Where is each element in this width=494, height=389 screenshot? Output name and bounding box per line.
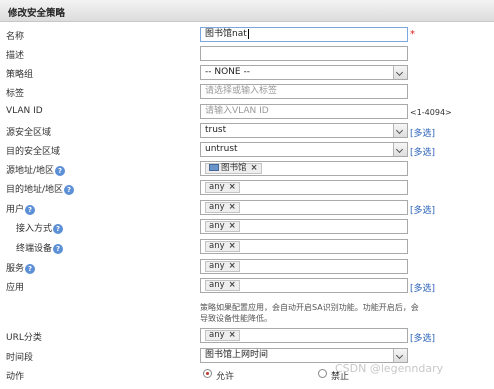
dst-zone-select[interactable]: untrust [200, 142, 408, 157]
src-addr-label-row: 源地址/地区? [6, 163, 66, 176]
application-tag: any × [205, 280, 240, 291]
policy-group-label: 策略组 [6, 70, 34, 80]
src-addr-tag: 图书馆 × [205, 163, 262, 174]
dst-addr-label-row: 目的地址/地区? [6, 182, 75, 195]
user-multi-link[interactable]: [多选] [410, 203, 435, 216]
url-category-label: URL分类 [6, 333, 42, 343]
service-label: 服务 [6, 264, 25, 274]
time-range-label: 时间段 [6, 353, 34, 363]
name-label: 名称 [6, 32, 25, 42]
url-category-input[interactable]: any × [200, 328, 408, 343]
application-input[interactable]: any × [200, 278, 408, 293]
remove-tag-icon[interactable]: × [229, 182, 236, 192]
terminal-tag: any × [205, 241, 240, 252]
description-input[interactable] [200, 46, 408, 61]
required-mark: * [410, 29, 415, 40]
chevron-down-icon[interactable] [393, 349, 407, 362]
action-label: 动作 [6, 372, 25, 382]
dst-addr-input[interactable]: any × [200, 180, 408, 195]
time-range-select[interactable]: 图书馆上网时间 [200, 348, 408, 363]
action-allow-radio[interactable] [203, 369, 212, 378]
dialog-header: 修改安全策略 [0, 0, 494, 22]
vlan-id-placeholder: 请输入VLAN ID [205, 106, 269, 116]
user-tag: any × [205, 202, 240, 213]
time-range-value: 图书馆上网时间 [205, 350, 269, 360]
action-deny-radio[interactable] [318, 369, 327, 378]
remove-tag-icon[interactable]: × [229, 202, 236, 212]
dst-zone-multi-link[interactable]: [多选] [410, 145, 435, 158]
vlan-range-hint: <1-4094> [410, 108, 452, 117]
remove-tag-icon[interactable]: × [229, 280, 236, 290]
description-label: 描述 [6, 51, 25, 61]
name-value: 图书馆nat [205, 29, 247, 39]
help-icon[interactable]: ? [25, 263, 36, 274]
action-allow-label: 允许 [216, 372, 235, 382]
terminal-label-row: 终端设备? [16, 241, 64, 254]
user-label: 用户 [6, 205, 25, 215]
chevron-down-icon[interactable] [393, 124, 407, 137]
tag-input[interactable]: 请选择或输入标签 [200, 84, 408, 99]
access-method-tag: any × [205, 221, 240, 232]
remove-tag-icon[interactable]: × [251, 163, 258, 173]
remove-tag-icon[interactable]: × [229, 241, 236, 251]
terminal-label: 终端设备 [16, 244, 53, 254]
dst-zone-label: 目的安全区域 [6, 147, 61, 157]
terminal-input[interactable]: any × [200, 239, 408, 254]
service-input[interactable]: any × [200, 259, 408, 274]
remove-tag-icon[interactable]: × [229, 330, 236, 340]
vlan-id-label: VLAN ID [6, 106, 43, 116]
access-method-input[interactable]: any × [200, 219, 408, 234]
help-icon[interactable]: ? [55, 165, 66, 176]
src-addr-input[interactable]: 图书馆 × [200, 161, 408, 176]
help-icon[interactable]: ? [64, 184, 75, 195]
dst-zone-value: untrust [205, 144, 238, 154]
text-caret [247, 28, 249, 39]
dst-addr-label: 目的地址/地区 [6, 185, 64, 195]
watermark: CSDN @legenndary [335, 362, 444, 375]
chevron-down-icon[interactable] [393, 143, 407, 156]
application-note: 策略如果配置应用，会自动开启SA识别功能。功能开启后，会导致设备性能降低。 [200, 303, 419, 323]
url-category-multi-link[interactable]: [多选] [410, 331, 435, 344]
remove-tag-icon[interactable]: × [229, 261, 236, 271]
service-tag: any × [205, 261, 240, 272]
tag-label: 标签 [6, 89, 25, 99]
address-group-icon [209, 164, 219, 171]
service-label-row: 服务? [6, 261, 36, 274]
tag-placeholder: 请选择或输入标签 [205, 86, 278, 96]
help-icon[interactable]: ? [25, 204, 36, 215]
src-zone-label: 源安全区域 [6, 128, 52, 138]
user-input[interactable]: any × [200, 200, 408, 215]
vlan-id-input[interactable]: 请输入VLAN ID [200, 104, 408, 119]
src-zone-select[interactable]: trust [200, 123, 408, 138]
policy-group-select[interactable]: -- NONE -- [200, 65, 408, 80]
application-label: 应用 [6, 283, 25, 293]
src-addr-label: 源地址/地区 [6, 166, 55, 176]
chevron-down-icon[interactable] [393, 66, 407, 79]
url-category-tag: any × [205, 330, 240, 341]
src-zone-multi-link[interactable]: [多选] [410, 126, 435, 139]
help-icon[interactable]: ? [53, 243, 64, 254]
policy-group-value: -- NONE -- [205, 67, 250, 77]
dialog-title: 修改安全策略 [8, 8, 66, 19]
application-multi-link[interactable]: [多选] [410, 281, 435, 294]
remove-tag-icon[interactable]: × [229, 221, 236, 231]
user-label-row: 用户? [6, 202, 36, 215]
dst-addr-tag: any × [205, 182, 240, 193]
src-zone-value: trust [205, 125, 227, 135]
access-method-label: 接入方式 [16, 224, 53, 234]
access-method-label-row: 接入方式? [16, 221, 64, 234]
help-icon[interactable]: ? [53, 223, 64, 234]
name-input[interactable]: 图书馆nat [200, 27, 408, 42]
